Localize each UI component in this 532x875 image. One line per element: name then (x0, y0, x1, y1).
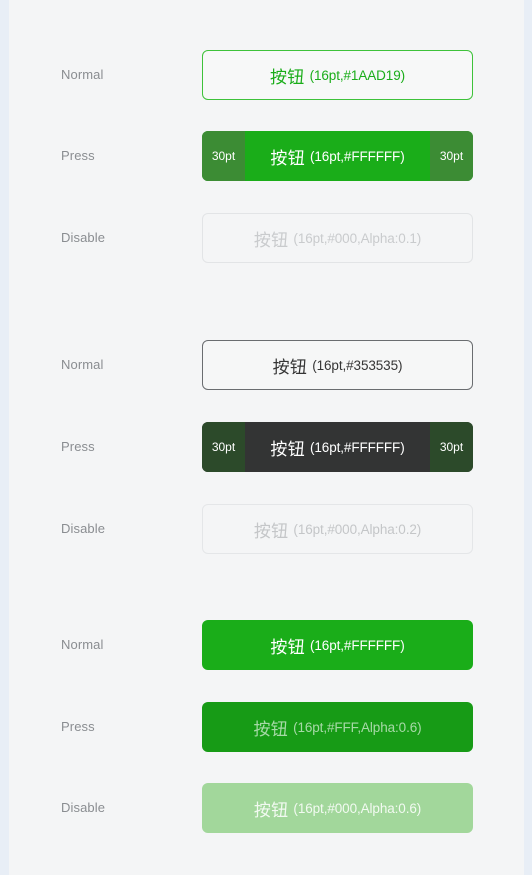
button-solid-green-press[interactable]: 按钮 (16pt,#FFF,Alpha:0.6) (202, 702, 473, 752)
spec-row: Normal 按钮 (16pt,#353535) (9, 340, 524, 390)
button-outline-dark-normal[interactable]: 按钮 (16pt,#353535) (202, 340, 473, 390)
spec-row: Press 30pt 按钮 (16pt,#FFFFFF) 30pt (9, 131, 524, 181)
button-label-meta: (16pt,#FFFFFF) (310, 637, 405, 653)
button-label-meta: (16pt,#FFF,Alpha:0.6) (293, 719, 422, 735)
padding-indicator-left: 30pt (202, 131, 245, 181)
button-solid-green-disable: 按钮 (16pt,#000,Alpha:0.6) (202, 783, 473, 833)
button-press-green[interactable]: 30pt 按钮 (16pt,#FFFFFF) 30pt (202, 131, 473, 181)
button-center-content: 按钮 (16pt,#FFFFFF) (245, 422, 430, 472)
button-label-meta: (16pt,#000,Alpha:0.6) (293, 800, 422, 816)
button-label-cn: 按钮 (253, 719, 289, 739)
spec-row: Normal 按钮 (16pt,#1AAD19) (9, 50, 524, 100)
state-label-press: Press (61, 439, 95, 454)
button-outline-dark-disable: 按钮 (16pt,#000,Alpha:0.2) (202, 504, 473, 554)
padding-indicator-left: 30pt (202, 422, 245, 472)
state-label-normal: Normal (61, 637, 104, 652)
state-label-press: Press (61, 148, 95, 163)
button-press-dark[interactable]: 30pt 按钮 (16pt,#FFFFFF) 30pt (202, 422, 473, 472)
button-solid-green-normal[interactable]: 按钮 (16pt,#FFFFFF) (202, 620, 473, 670)
state-label-disable: Disable (61, 800, 106, 815)
state-label-disable: Disable (61, 230, 106, 245)
button-label-cn: 按钮 (253, 800, 289, 820)
spec-row: Disable 按钮 (16pt,#000,Alpha:0.6) (9, 783, 524, 833)
button-label-cn: 按钮 (253, 230, 289, 250)
spec-row: Press 30pt 按钮 (16pt,#FFFFFF) 30pt (9, 422, 524, 472)
padding-indicator-right: 30pt (430, 131, 473, 181)
page-outer-frame: Normal 按钮 (16pt,#1AAD19) Press 30pt 按钮 (… (0, 0, 532, 875)
button-label-cn: 按钮 (270, 148, 305, 168)
button-label-meta: (16pt,#FFFFFF) (310, 148, 405, 164)
button-label-cn: 按钮 (270, 637, 305, 657)
button-label-meta: (16pt,#353535) (312, 357, 403, 373)
button-spec-canvas: Normal 按钮 (16pt,#1AAD19) Press 30pt 按钮 (… (9, 0, 524, 875)
button-outline-green-normal[interactable]: 按钮 (16pt,#1AAD19) (202, 50, 473, 100)
button-label-meta: (16pt,#1AAD19) (309, 67, 406, 83)
spec-row: Normal 按钮 (16pt,#FFFFFF) (9, 620, 524, 670)
button-label-meta: (16pt,#000,Alpha:0.2) (293, 521, 422, 537)
state-label-disable: Disable (61, 521, 106, 536)
button-label-meta: (16pt,#FFFFFF) (310, 439, 405, 455)
button-label-cn: 按钮 (253, 521, 289, 541)
spec-row: Disable 按钮 (16pt,#000,Alpha:0.1) (9, 213, 524, 263)
spec-row: Disable 按钮 (16pt,#000,Alpha:0.2) (9, 504, 524, 554)
button-outline-green-disable: 按钮 (16pt,#000,Alpha:0.1) (202, 213, 473, 263)
button-label-cn: 按钮 (269, 67, 305, 87)
state-label-normal: Normal (61, 357, 104, 372)
button-label-meta: (16pt,#000,Alpha:0.1) (293, 230, 422, 246)
spec-row: Press 按钮 (16pt,#FFF,Alpha:0.6) (9, 702, 524, 752)
button-label-cn: 按钮 (270, 439, 305, 459)
state-label-press: Press (61, 719, 95, 734)
state-label-normal: Normal (61, 67, 104, 82)
padding-indicator-right: 30pt (430, 422, 473, 472)
button-center-content: 按钮 (16pt,#FFFFFF) (245, 131, 430, 181)
button-label-cn: 按钮 (272, 357, 308, 377)
